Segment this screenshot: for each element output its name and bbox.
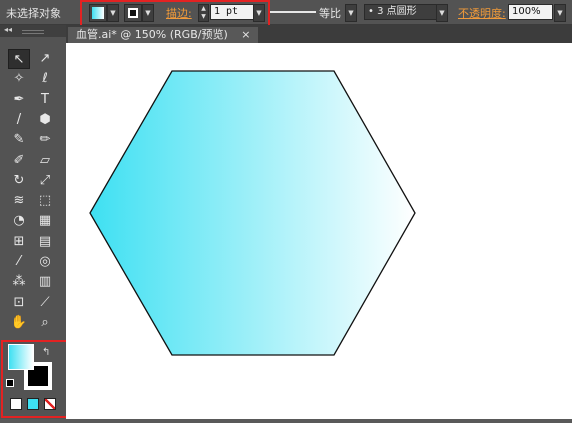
tools-panel-header: ◂◂	[0, 25, 66, 37]
artwork-svg	[89, 70, 416, 356]
eraser-tool-icon[interactable]: ▱	[34, 151, 56, 171]
document-tab-title: 血管.ai* @ 150% (RGB/预览)	[76, 28, 228, 41]
opacity-panel-link[interactable]: 不透明度:	[458, 5, 506, 21]
scale-tool-icon[interactable]: ⤢	[34, 171, 56, 191]
polygon-tool-icon[interactable]: ⬢	[34, 110, 56, 130]
mesh-tool-icon[interactable]: ⊞	[8, 232, 30, 252]
stroke-profile-label: 等比	[319, 7, 341, 20]
hand-tool-icon[interactable]: ✋	[8, 313, 30, 333]
lasso-tool-icon[interactable]: ℓ	[34, 69, 56, 89]
selection-status-label: 未选择对象	[6, 7, 61, 20]
blob-brush-tool-icon[interactable]: ✐	[8, 151, 30, 171]
collapse-panel-icon[interactable]: ◂◂	[4, 25, 12, 34]
eyedropper-tool-icon[interactable]: ⁄	[8, 252, 30, 272]
pencil-tool-icon[interactable]: ✏	[34, 130, 56, 150]
line-tool-icon[interactable]: /	[8, 110, 30, 130]
close-tab-icon[interactable]: ×	[241, 28, 250, 41]
selection-tool-icon[interactable]: ↖	[8, 49, 30, 69]
magic-wand-tool-icon[interactable]: ✧	[8, 69, 30, 89]
artboard-canvas[interactable]	[66, 43, 572, 419]
brush-dropdown-icon[interactable]: ▼	[436, 4, 448, 22]
brush-definition-field[interactable]: • 3 点圆形	[364, 4, 437, 20]
opacity-dropdown-icon[interactable]: ▼	[554, 4, 566, 22]
warp-tool-icon[interactable]: ≋	[8, 191, 30, 211]
slice-tool-icon[interactable]: ⟋	[34, 293, 56, 313]
blend-tool-icon[interactable]: ◎	[34, 252, 56, 272]
zoom-tool-icon[interactable]: ⌕	[34, 313, 56, 333]
artboard-tool-icon[interactable]: ⊡	[8, 293, 30, 313]
column-graph-tool-icon[interactable]: ▥	[34, 272, 56, 292]
hexagon-shape[interactable]	[89, 70, 416, 356]
type-tool-icon[interactable]: T	[34, 90, 56, 110]
free-transform-tool-icon[interactable]: ⬚	[34, 191, 56, 211]
paintbrush-tool-icon[interactable]: ✎	[8, 130, 30, 150]
fill-stroke-highlight	[1, 340, 68, 418]
perspective-grid-tool-icon[interactable]: ▦	[34, 211, 56, 231]
document-tab-bar: 血管.ai* @ 150% (RGB/预览) ×	[66, 25, 572, 43]
document-tab[interactable]: 血管.ai* @ 150% (RGB/预览) ×	[68, 27, 259, 43]
pen-tool-icon[interactable]: ✒	[8, 90, 30, 110]
rotate-tool-icon[interactable]: ↻	[8, 171, 30, 191]
direct-selection-tool-icon[interactable]: ↗	[34, 49, 56, 69]
symbol-sprayer-tool-icon[interactable]: ⁂	[8, 272, 30, 292]
gradient-tool-icon[interactable]: ▤	[34, 232, 56, 252]
stroke-profile-line-icon	[270, 11, 316, 13]
opacity-field[interactable]: 100%	[508, 4, 553, 20]
panel-grip-icon[interactable]	[22, 30, 44, 34]
stroke-profile-dropdown-icon[interactable]: ▼	[345, 4, 357, 22]
shape-builder-tool-icon[interactable]: ◔	[8, 211, 30, 231]
